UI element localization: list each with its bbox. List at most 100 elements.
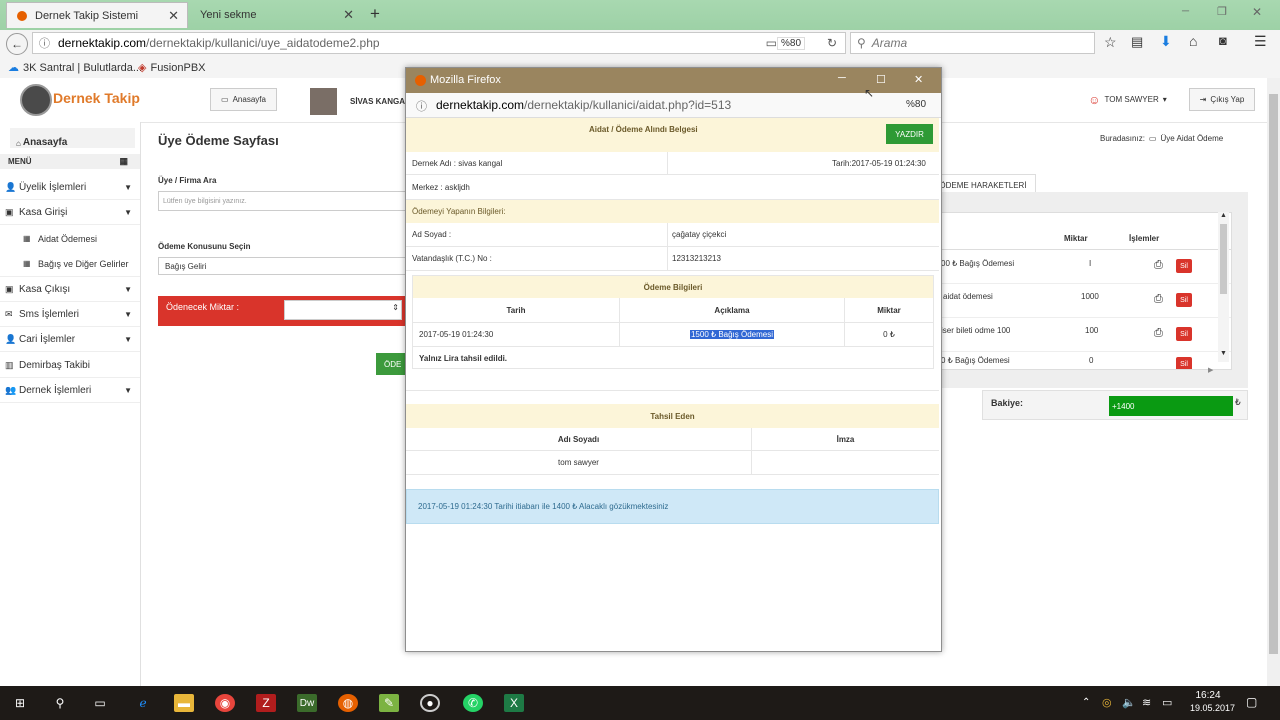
search-box[interactable]: ⚲ Arama	[850, 32, 1095, 54]
task-view-icon[interactable]: ▭	[90, 694, 110, 712]
monitor-icon: ▭	[1148, 134, 1157, 143]
menu-toggle-icon[interactable]: ▦	[119, 156, 128, 167]
sidebar-subitem-bagis[interactable]: ▦ Bağış ve Diğer Gelirler	[0, 251, 140, 277]
sidebar-item-cari[interactable]: 👤 Cari İşlemler ▼	[0, 327, 140, 352]
back-arrow-icon[interactable]: ←	[6, 33, 28, 55]
clock[interactable]: 16:24 19.05.2017	[1190, 690, 1235, 713]
pocket-icon[interactable]: ◙	[1219, 33, 1227, 48]
bookmark-fusionpbx[interactable]: ◈ FusionPBX	[138, 61, 206, 75]
payment-topic-select[interactable]: Bağış Geliri	[158, 257, 406, 275]
popup-zoom-level[interactable]: %80	[906, 99, 926, 110]
sidebar-subitem-aidat[interactable]: ▦ Aidat Ödemesi	[0, 226, 140, 251]
scroll-up-icon[interactable]: ▲	[1220, 212, 1227, 219]
popup-url-bar[interactable]: ⓘ dernektakip.com/dernektakip/kullanici/…	[406, 93, 941, 118]
scroll-down-icon[interactable]: ▼	[1220, 350, 1227, 357]
printer-icon[interactable]: ⎙	[1154, 327, 1168, 339]
row-desc: iser bileti odme 100	[941, 326, 1011, 335]
org-name: SİVAS KANGAL	[350, 97, 410, 106]
row-desc: aidat ödemesi	[943, 292, 993, 301]
tab-new-tab[interactable]: Yeni sekme ✕	[190, 2, 362, 28]
sidebar-item-kasa-girisi[interactable]: ▣ Kasa Girişi ▼	[0, 200, 140, 225]
sidebar-item-sms[interactable]: ✉ Sms İşlemleri ▼	[0, 302, 140, 327]
zoom-level[interactable]: %80	[776, 36, 805, 50]
home-icon[interactable]: ⌂	[1189, 33, 1197, 49]
amount-input[interactable]: ⇕	[284, 300, 402, 320]
sidebar-item-uyelik[interactable]: 👤 Üyelik İşlemleri ▼	[0, 175, 140, 200]
home-button[interactable]: ▭ Anasayfa	[210, 88, 277, 111]
minimize-icon[interactable]: ─	[838, 72, 846, 84]
search-icon[interactable]: ⚲	[50, 694, 70, 712]
network-icon[interactable]: ≋	[1142, 696, 1151, 709]
delete-button[interactable]: Sil	[1176, 259, 1192, 273]
reader-view-icon[interactable]: ▭	[766, 36, 777, 50]
fusionpbx-icon: ◈	[138, 62, 147, 74]
restore-icon[interactable]: ❐	[1217, 5, 1227, 18]
bookmark-3k-santral[interactable]: ☁ 3K Santral | Bulutlarda...	[8, 61, 142, 75]
print-button[interactable]: YAZDIR	[886, 124, 933, 144]
col-amount: Miktar	[1064, 234, 1088, 243]
bookmark-star-icon[interactable]: ☆	[1104, 34, 1117, 51]
page-scrollbar-thumb[interactable]	[1269, 94, 1278, 654]
maximize-icon[interactable]: ☐	[876, 73, 886, 86]
whatsapp-icon[interactable]: ✆	[463, 694, 483, 712]
volume-icon[interactable]: 🔈	[1122, 696, 1136, 709]
new-tab-button[interactable]: +	[370, 4, 380, 24]
member-search-input[interactable]: Lütfen üye bilgisini yazınız.	[158, 191, 406, 211]
sidebar-item-label: Sms İşlemleri	[19, 308, 80, 320]
popup-title-bar[interactable]: Mozilla Firefox ─ ☐ ✕	[406, 68, 941, 93]
tray-app-icon[interactable]: ◎	[1102, 696, 1112, 709]
table-row: 0 ₺ Bağış Ödemesi 0 Sil	[931, 351, 1231, 369]
minimize-icon[interactable]: ─	[1182, 6, 1189, 17]
org-row: Dernek Adı : sivas kangal Tarih:2017-05-…	[406, 152, 939, 175]
delete-button[interactable]: Sil	[1176, 293, 1192, 307]
user-menu[interactable]: ☺ TOM SAWYER ▾	[1081, 88, 1174, 111]
delete-button[interactable]: Sil	[1176, 327, 1192, 341]
scroll-right-icon[interactable]: ▶	[1208, 366, 1213, 374]
pay-button[interactable]: ÖDE	[376, 353, 406, 375]
breadcrumb-label: Buradasınız:	[1100, 134, 1145, 143]
reload-icon[interactable]: ↻	[827, 36, 837, 50]
firefox-taskbar-icon[interactable]: ◍	[338, 694, 358, 712]
library-icon[interactable]: ▤	[1131, 34, 1143, 50]
close-tab-icon[interactable]: ✕	[168, 8, 179, 24]
delete-button[interactable]: Sil	[1176, 357, 1192, 369]
sidebar-home-label: Anasayfa	[22, 137, 68, 148]
printer-icon[interactable]: ⎙	[1154, 293, 1168, 305]
download-icon[interactable]: ⬇	[1160, 33, 1172, 50]
stepper-icon[interactable]: ⇕	[392, 303, 399, 312]
collector-row: tom sawyer	[406, 450, 939, 475]
sidebar-item-kasa-cikisi[interactable]: ▣ Kasa Çıkışı ▼	[0, 277, 140, 302]
filezilla-icon[interactable]: Z	[256, 694, 276, 712]
printer-icon[interactable]: ⎙	[1154, 259, 1168, 271]
dreamweaver-icon[interactable]: Dw	[297, 694, 317, 712]
obs-icon[interactable]: ●	[420, 694, 440, 712]
excel-icon[interactable]: X	[504, 694, 524, 712]
payer-section-header: Ödemeyi Yapanın Bilgileri:	[406, 200, 939, 223]
close-tab-icon[interactable]: ✕	[343, 7, 354, 23]
tray-chevron-icon[interactable]: ⌃	[1082, 697, 1090, 708]
sidebar-item-dernek[interactable]: 👥 Dernek İşlemleri ▼	[0, 378, 140, 403]
payment-description[interactable]: 1500 ₺ Bağış Ödemesi	[689, 329, 775, 339]
sidebar-home[interactable]: ⌂ Anasayfa	[10, 128, 135, 148]
logout-button[interactable]: ⇥ Çıkış Yap	[1189, 88, 1255, 111]
page-scrollbar[interactable]	[1267, 78, 1280, 686]
file-explorer-icon[interactable]: ▬	[174, 694, 194, 712]
signature-cell	[751, 450, 939, 475]
battery-icon[interactable]: ▭	[1162, 696, 1172, 709]
edge-icon[interactable]: ℯ	[133, 694, 153, 712]
breadcrumb-item[interactable]: Üye Aidat Ödeme	[1160, 134, 1223, 143]
payment-date: 2017-05-19 01:24:30	[419, 329, 494, 339]
url-bar[interactable]: ⓘ dernektakip.com /dernektakip/kullanici…	[32, 32, 846, 54]
collector-section-title: Tahsil Eden	[650, 411, 695, 421]
close-icon[interactable]: ✕	[914, 73, 923, 86]
menu-icon[interactable]: ☰	[1254, 33, 1267, 50]
scrollbar-vertical[interactable]: ▲ ▼	[1218, 212, 1229, 362]
scrollbar-thumb[interactable]	[1220, 224, 1227, 294]
close-window-icon[interactable]: ✕	[1252, 5, 1262, 19]
tab-dernek-takip[interactable]: Dernek Takip Sistemi ✕	[6, 2, 188, 28]
notifications-icon[interactable]: ▢	[1246, 695, 1257, 709]
chrome-icon[interactable]: ◉	[215, 694, 235, 712]
windows-start-icon[interactable]: ⊞	[10, 694, 30, 712]
notepad-icon[interactable]: ✎	[379, 694, 399, 712]
sidebar-item-demirbas[interactable]: ▥ Demirbaş Takibi	[0, 353, 140, 378]
